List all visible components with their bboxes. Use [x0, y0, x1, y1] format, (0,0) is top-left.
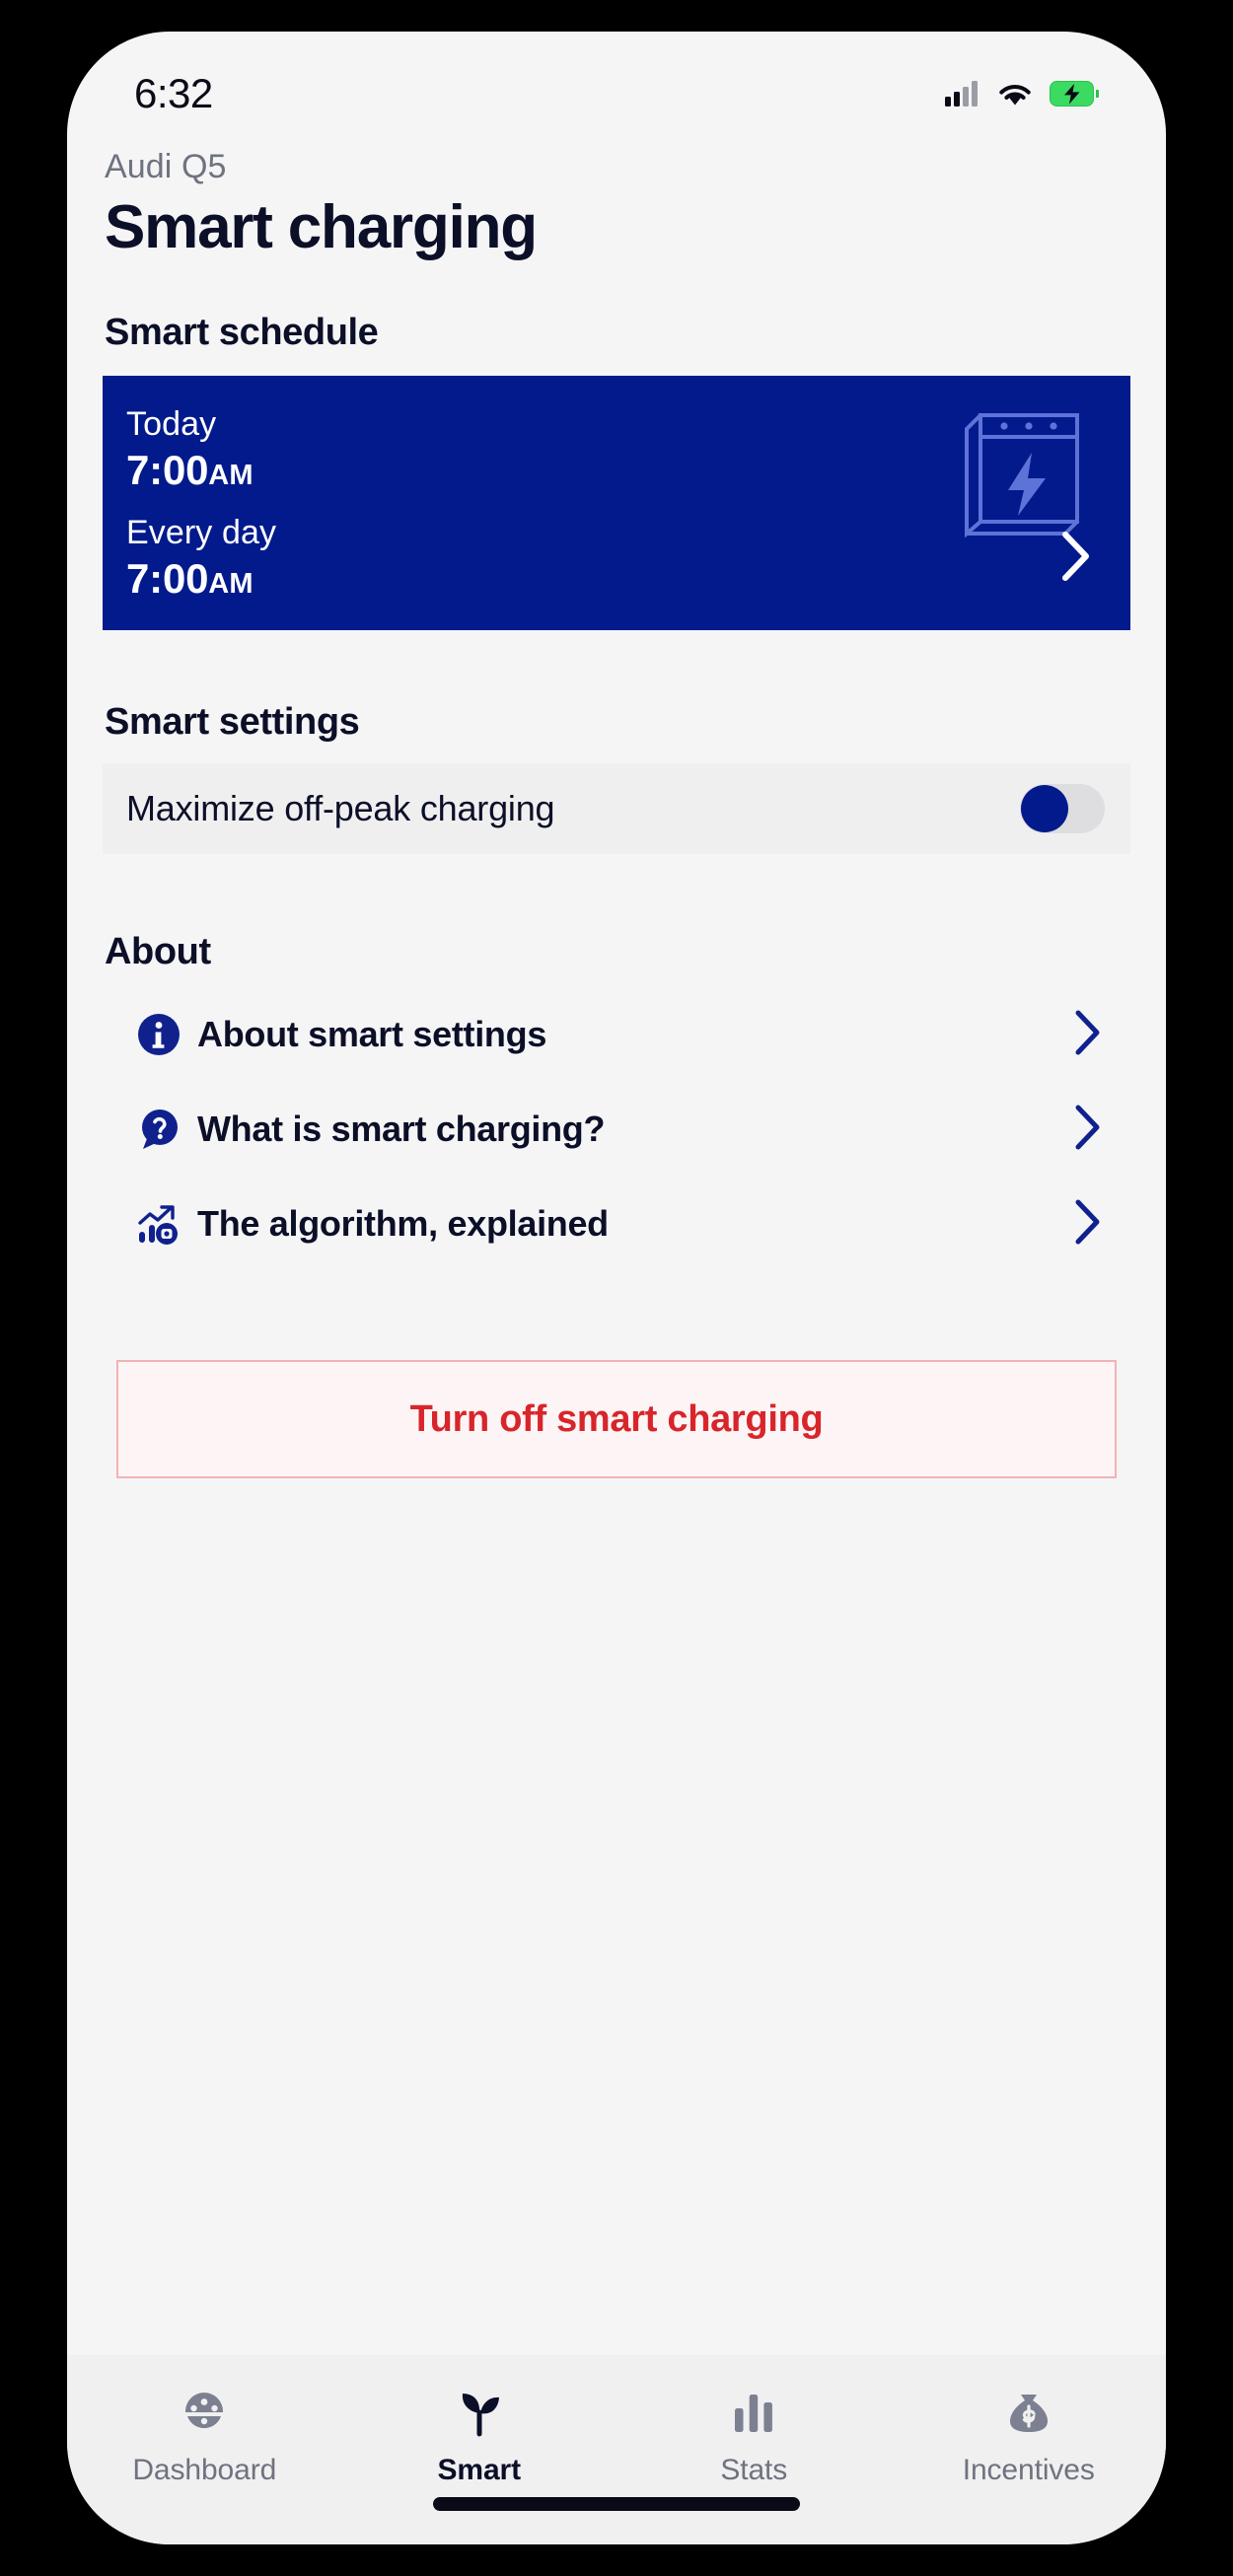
schedule-repeat-meridiem: AM: [208, 568, 254, 600]
about-item-the-algorithm-explained[interactable]: The algorithm, explained: [103, 1177, 1130, 1271]
wifi-icon: [999, 85, 1031, 106]
question-bubble-icon: [136, 1107, 181, 1152]
status-time: 6:32: [134, 70, 213, 116]
money-bag-icon: [1000, 2381, 1057, 2442]
about-chevron-right-icon: [1073, 1197, 1103, 1252]
chart-algorithm-icon: [136, 1201, 181, 1247]
schedule-repeat-time: 7:00AM: [126, 555, 254, 602]
tab-label: Smart: [437, 2454, 522, 2486]
page-body: Audi Q5 Smart charging Smart schedule To…: [67, 138, 1166, 2355]
status-icons: [945, 81, 1099, 107]
smart-settings-heading: Smart settings: [105, 701, 360, 743]
about-list: About smart settings What is smart charg…: [103, 987, 1130, 1271]
about-item-label: What is smart charging?: [197, 1109, 606, 1149]
info-circle-icon: [136, 1012, 181, 1057]
cellular-signal-icon: [945, 81, 978, 107]
tab-label: Stats: [720, 2454, 788, 2486]
about-item-label: About smart settings: [197, 1014, 547, 1054]
maximize-offpeak-toggle[interactable]: [1020, 784, 1105, 833]
sprout-leaf-icon: [451, 2381, 508, 2442]
tab-label: Dashboard: [132, 2454, 277, 2486]
toggle-knob: [1021, 785, 1068, 832]
about-chevron-right-icon: [1073, 1008, 1103, 1062]
phone-screen: 6:32 Audi Q5 Smart charging Smart schedu…: [67, 32, 1166, 2544]
tab-incentives[interactable]: Incentives: [892, 2381, 1167, 2487]
battery-charging-icon: [1050, 81, 1099, 107]
status-bar: 6:32: [67, 32, 1166, 138]
about-item-what-is-smart-charging[interactable]: What is smart charging?: [103, 1082, 1130, 1177]
schedule-today-meridiem: AM: [208, 460, 254, 491]
tab-dashboard[interactable]: Dashboard: [67, 2381, 342, 2487]
vehicle-name: Audi Q5: [105, 148, 227, 185]
setting-label: Maximize off-peak charging: [126, 788, 555, 828]
bar-chart-icon: [725, 2381, 782, 2442]
turn-off-smart-charging-label: Turn off smart charging: [409, 1397, 824, 1440]
phone-frame: 6:32 Audi Q5 Smart charging Smart schedu…: [32, 14, 1201, 2562]
page-title: Smart charging: [105, 193, 538, 261]
calendar-bolt-icon: [951, 397, 1101, 550]
setting-row-maximize-offpeak[interactable]: Maximize off-peak charging: [103, 763, 1130, 854]
about-chevron-right-icon: [1073, 1103, 1103, 1157]
home-indicator[interactable]: [433, 2497, 800, 2511]
dashboard-gauge-icon: [176, 2381, 233, 2442]
smart-schedule-heading: Smart schedule: [105, 312, 379, 353]
schedule-chevron-right-icon: [1059, 529, 1093, 589]
turn-off-smart-charging-button[interactable]: Turn off smart charging: [116, 1360, 1117, 1478]
about-item-about-smart-settings[interactable]: About smart settings: [103, 987, 1130, 1082]
about-heading: About: [105, 931, 211, 972]
bottom-tab-bar: Dashboard Smart Stats Incentives: [67, 2355, 1166, 2544]
tab-smart[interactable]: Smart: [342, 2381, 617, 2487]
tab-stats[interactable]: Stats: [616, 2381, 892, 2487]
smart-schedule-card[interactable]: Today 7:00AM Every day 7:00AM: [103, 376, 1130, 630]
tab-label: Incentives: [962, 2454, 1095, 2486]
about-item-label: The algorithm, explained: [197, 1203, 609, 1244]
